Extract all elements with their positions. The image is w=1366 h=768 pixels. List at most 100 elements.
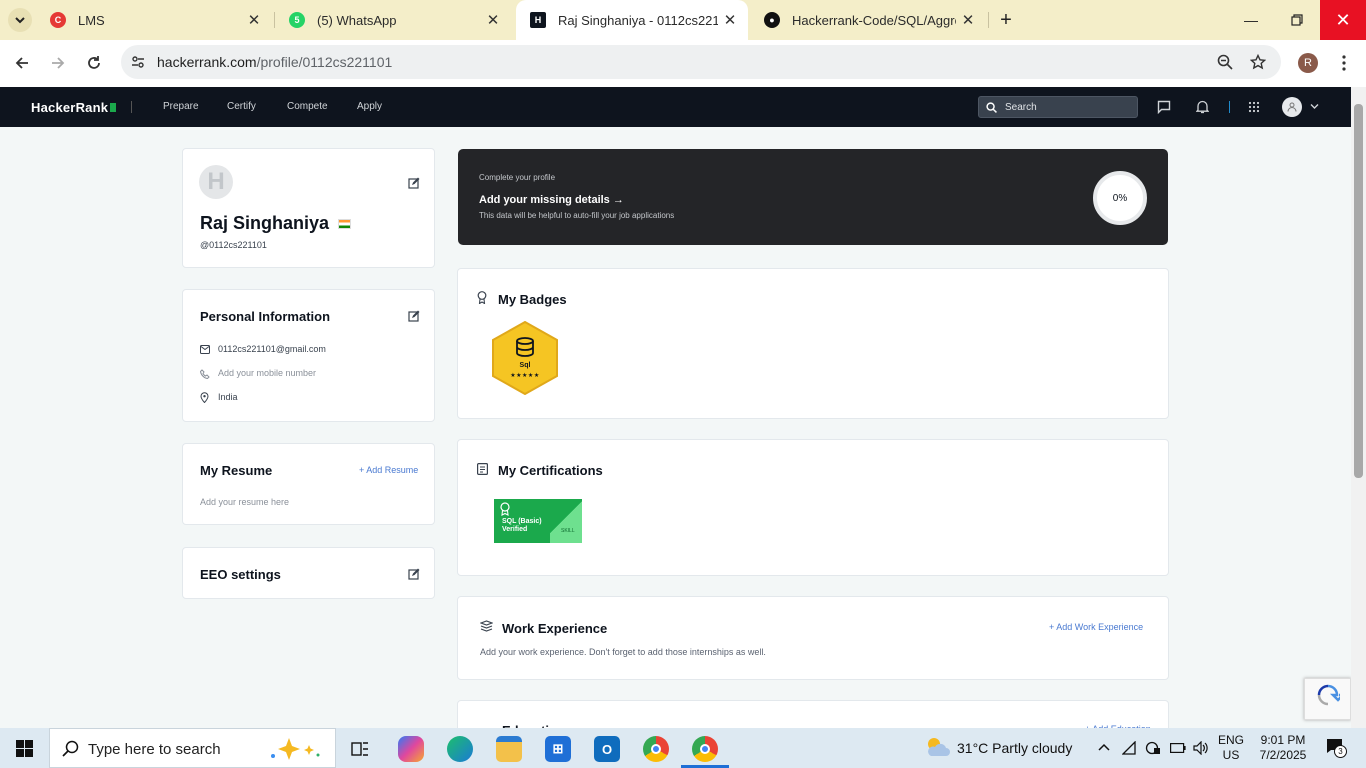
reload-icon — [88, 56, 100, 69]
badge-stars: ★★★★★ — [510, 373, 540, 379]
battery-icon[interactable] — [1170, 743, 1186, 753]
vpn-icon[interactable] — [1145, 741, 1161, 755]
file-explorer-icon[interactable] — [496, 736, 522, 762]
search-input[interactable]: Search — [978, 96, 1138, 118]
search-icon — [62, 740, 79, 757]
github-icon: ● — [764, 12, 780, 28]
search-placeholder: Search — [1005, 102, 1037, 113]
avatar[interactable]: H — [199, 165, 233, 199]
weather-text[interactable]: 31°C Partly cloudy — [957, 740, 1072, 756]
close-icon[interactable]: ✕ — [481, 11, 505, 29]
windows-start-icon[interactable] — [16, 740, 33, 757]
certifications-title: My Certifications — [498, 463, 603, 478]
personal-information-title: Personal Information — [200, 309, 331, 324]
nav-link-prepare[interactable]: Prepare — [163, 101, 199, 112]
language-indicator[interactable]: ENG US — [1218, 733, 1244, 763]
new-tab-button[interactable]: + — [994, 8, 1018, 32]
restore-button[interactable] — [1274, 0, 1320, 40]
volume-icon[interactable] — [1193, 741, 1209, 755]
resume-title: My Resume — [200, 463, 273, 478]
close-window-button[interactable]: ✕ — [1320, 0, 1366, 40]
tab-hackerrank-profile[interactable]: H Raj Singhaniya - 0112cs221101 ✕ — [516, 0, 748, 40]
url-text: hackerrank.com/profile/0112cs221101 — [157, 54, 392, 70]
recaptcha-badge[interactable] — [1304, 678, 1351, 720]
browser-menu-button[interactable] — [1334, 52, 1354, 74]
notification-center-button[interactable]: 3 — [1325, 738, 1347, 758]
edge-icon[interactable] — [447, 736, 473, 762]
url-path: /profile/0112cs221101 — [256, 54, 393, 70]
hackerrank-logo[interactable]: HackerRank — [31, 100, 117, 115]
nav-link-compete[interactable]: Compete — [287, 101, 328, 112]
user-avatar[interactable] — [1282, 97, 1302, 117]
tab-github[interactable]: ● Hackerrank-Code/SQL/Aggrega ✕ — [750, 0, 986, 40]
site-settings-icon[interactable] — [131, 55, 145, 69]
forward-button[interactable] — [43, 48, 73, 78]
profile-avatar[interactable]: R — [1298, 53, 1318, 73]
apps-grid-icon[interactable] — [1248, 101, 1260, 113]
badge-icon — [477, 291, 487, 304]
profile-name: Raj Singhaniya — [200, 213, 352, 234]
tab-lms[interactable]: C LMS ✕ — [36, 0, 272, 40]
chevron-down-icon[interactable] — [1310, 103, 1319, 110]
tab-title: (5) WhatsApp — [317, 12, 397, 28]
notifications-bell-icon[interactable] — [1196, 100, 1209, 114]
edit-icon[interactable] — [408, 310, 420, 322]
hexagon-badge-icon — [492, 321, 558, 395]
tab-whatsapp[interactable]: 5 (5) WhatsApp ✕ — [275, 0, 511, 40]
certificate-tag: SKILL — [561, 528, 575, 534]
edit-icon[interactable] — [408, 568, 420, 580]
taskbar-search-input[interactable]: Type here to search — [49, 728, 336, 768]
edit-icon[interactable] — [408, 177, 420, 189]
certifications-card: My Certifications SQL (Basic) Verified S… — [457, 439, 1169, 576]
hackerrank-navbar: HackerRank Prepare Certify Compete Apply… — [0, 87, 1351, 127]
tab-title: Raj Singhaniya - 0112cs221101 — [558, 12, 718, 28]
add-mobile-number-link[interactable]: Add your mobile number — [218, 368, 316, 378]
close-icon[interactable]: ✕ — [718, 11, 742, 29]
close-icon[interactable]: ✕ — [956, 11, 980, 29]
clock[interactable]: 9:01 PM 7/2/2025 — [1254, 733, 1312, 763]
logo-text: HackerRank — [31, 100, 109, 115]
browser-tab-strip: C LMS ✕ 5 (5) WhatsApp ✕ H Raj Singhaniy… — [0, 0, 1366, 40]
weather-partly-cloudy-icon[interactable] — [924, 736, 950, 758]
complete-profile-banner[interactable]: Complete your profile Add your missing d… — [458, 149, 1168, 245]
microsoft-store-icon[interactable]: ⊞ — [545, 736, 571, 762]
back-button[interactable] — [7, 48, 37, 78]
add-resume-link[interactable]: + Add Resume — [359, 465, 418, 475]
arrow-right-icon — [52, 57, 65, 69]
profile-initial: R — [1304, 57, 1312, 69]
badges-card: My Badges Sql ★★★★★ — [457, 268, 1169, 419]
nav-link-certify[interactable]: Certify — [227, 101, 256, 112]
avatar-letter: H — [207, 168, 225, 195]
copilot-icon[interactable] — [398, 736, 424, 762]
nav-link-apply[interactable]: Apply — [357, 101, 382, 112]
bookmark-star-icon[interactable] — [1250, 54, 1266, 70]
profile-username: @0112cs221101 — [200, 240, 267, 250]
chrome-icon[interactable] — [643, 736, 669, 762]
location-pin-icon — [200, 392, 209, 403]
tab-search-button[interactable] — [8, 8, 32, 32]
chrome-profile-icon[interactable] — [692, 736, 718, 762]
chevron-up-icon[interactable] — [1098, 743, 1110, 751]
copilot-sparkle-icon — [271, 738, 320, 760]
outlook-icon[interactable]: O — [594, 736, 620, 762]
url-host: hackerrank.com — [157, 54, 257, 70]
banner-headline[interactable]: Add your missing details → — [479, 194, 624, 206]
minimize-button[interactable]: — — [1228, 0, 1274, 40]
address-bar[interactable]: hackerrank.com/profile/0112cs221101 — [121, 45, 1281, 79]
sql-badge[interactable]: Sql ★★★★★ — [491, 321, 559, 395]
reload-button[interactable] — [79, 48, 109, 78]
sql-basic-certificate[interactable]: SQL (Basic) Verified SKILL — [494, 499, 582, 543]
resume-placeholder: Add your resume here — [200, 497, 290, 507]
clock-time: 9:01 PM — [1260, 733, 1306, 747]
close-icon[interactable]: ✕ — [242, 11, 266, 29]
messages-icon[interactable] — [1157, 100, 1171, 114]
briefcase-icon — [480, 620, 493, 632]
network-icon[interactable] — [1122, 741, 1138, 755]
profile-name-text: Raj Singhaniya — [200, 213, 330, 233]
add-work-experience-link[interactable]: + Add Work Experience — [1049, 622, 1143, 632]
zoom-icon[interactable] — [1217, 54, 1233, 70]
scrollbar-thumb[interactable] — [1354, 104, 1363, 478]
task-view-icon[interactable] — [347, 736, 373, 762]
chrome-center-icon — [700, 744, 710, 754]
progress-label: 0% — [1112, 192, 1128, 204]
